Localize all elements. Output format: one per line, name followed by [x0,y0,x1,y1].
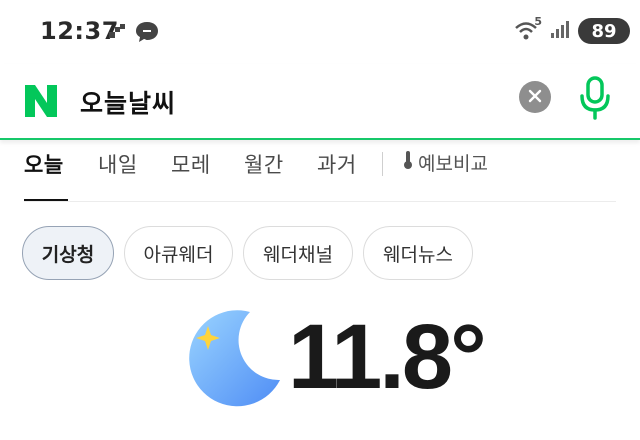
forecast-compare-label: 예보비교 [418,153,488,175]
clear-search-button[interactable] [519,81,551,113]
status-left-icons [108,20,160,48]
wifi-band-label: 5 [534,15,542,28]
tab-monthly[interactable]: 월간 [244,149,284,179]
voice-search-button[interactable] [573,72,617,124]
source-chips: 기상청 아큐웨더 웨더채널 웨더뉴스 [0,226,640,286]
tab-tomorrow[interactable]: 내일 [98,149,138,179]
chip-kma[interactable]: 기상청 [22,226,114,280]
microphone-icon [573,76,617,128]
battery-indicator: 89 [578,18,630,44]
forecast-compare-link[interactable]: 예보비교 [402,149,488,176]
threads-icon [108,23,126,45]
chip-weather-channel[interactable]: 웨더채널 [243,226,353,280]
day-tabs: 오늘 내일 모레 월간 과거 예보비교 [0,140,640,202]
wifi-icon: 5 [514,15,542,43]
battery-level: 89 [591,20,617,42]
chip-accuweather[interactable]: 아큐웨더 [124,226,233,280]
status-bar: 12:37 5 89 [0,0,640,64]
chip-label: 웨더뉴스 [383,243,453,266]
current-weather: 11.8° [0,300,640,440]
chip-label: 웨더채널 [263,243,333,266]
chip-weathernews[interactable]: 웨더뉴스 [363,226,473,280]
naver-logo-icon[interactable] [22,82,60,120]
tabs-divider-line [24,201,616,202]
thermometer-icon [402,149,414,176]
current-temperature: 11.8° [288,306,487,408]
tab-divider [382,152,383,176]
screen: 12:37 5 89 오늘날씨 오늘 내일 모레 월간 과거 예보비교 기상청 … [0,0,640,440]
chip-label: 기상청 [41,243,95,266]
clear-icon [528,88,542,107]
moon-night-icon [180,304,290,414]
talk-bubble-icon [134,20,160,48]
tab-past[interactable]: 과거 [317,149,357,179]
chip-label: 아큐웨더 [143,243,214,266]
tab-today[interactable]: 오늘 [24,149,64,179]
signal-icon [550,19,570,43]
status-right-icons: 5 89 [514,15,630,44]
tab-day-after-tomorrow[interactable]: 모레 [171,149,211,179]
search-bar: 오늘날씨 [0,64,640,140]
search-input[interactable]: 오늘날씨 [80,84,176,120]
